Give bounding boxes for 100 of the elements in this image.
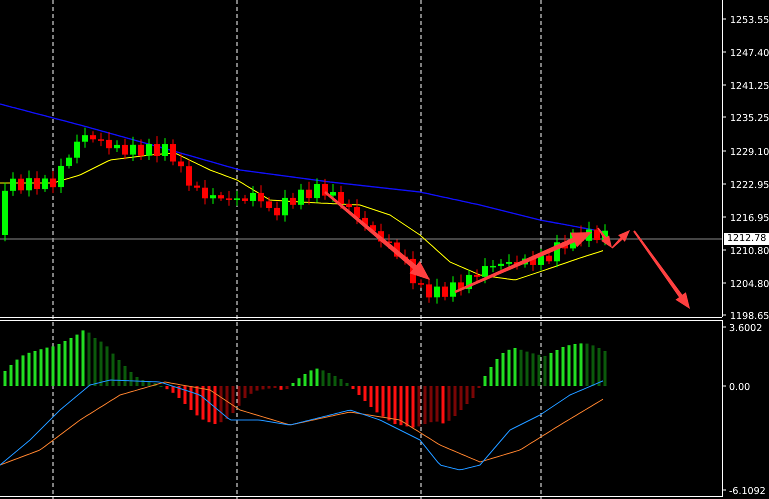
candlestick xyxy=(122,138,128,160)
histogram-bar xyxy=(238,386,240,406)
histogram-bar xyxy=(28,352,30,386)
histogram-bar xyxy=(250,386,252,394)
histogram-bar xyxy=(148,382,150,386)
histogram-bar xyxy=(328,373,330,386)
histogram-bar xyxy=(430,386,432,422)
indicator-axis-label: 0.00 xyxy=(729,382,750,393)
price-axis-label: 1247.40 xyxy=(730,48,769,59)
candlestick xyxy=(346,199,352,212)
candlestick xyxy=(178,153,184,173)
histogram-bar xyxy=(112,354,114,386)
histogram-bar xyxy=(394,386,396,424)
histogram-bar xyxy=(202,386,204,420)
candlestick xyxy=(58,158,64,194)
candlestick xyxy=(18,174,24,194)
histogram-bar xyxy=(472,386,474,398)
candlestick xyxy=(498,258,504,270)
histogram-bar xyxy=(466,386,468,404)
candlestick xyxy=(338,185,344,210)
histogram-bar xyxy=(388,386,390,420)
histogram-bar xyxy=(598,348,600,386)
price-axis-label: 1204.80 xyxy=(730,279,769,290)
price-axis-label: 1210.80 xyxy=(730,246,769,257)
histogram-bar xyxy=(508,350,510,386)
candlestick xyxy=(546,252,552,264)
histogram-bar xyxy=(436,386,438,422)
candlestick xyxy=(138,138,144,160)
histogram-bar xyxy=(130,372,132,386)
histogram-bar xyxy=(190,386,192,410)
candlestick xyxy=(258,184,264,208)
histogram-bar xyxy=(70,338,72,386)
candlestick xyxy=(170,138,176,166)
indicator-axis-label: -6.1092 xyxy=(729,486,766,497)
candlestick xyxy=(306,181,312,205)
candlestick xyxy=(2,182,8,242)
histogram-bar xyxy=(40,349,42,386)
candlestick xyxy=(162,138,168,162)
histogram-bar xyxy=(538,354,540,386)
histogram-bar xyxy=(340,379,342,386)
histogram-bar xyxy=(304,374,306,386)
histogram-bar xyxy=(454,386,456,416)
histogram-bar xyxy=(400,386,402,426)
candlestick xyxy=(594,224,600,244)
histogram-bar xyxy=(244,386,246,398)
histogram-bar xyxy=(208,386,210,422)
histogram-bar xyxy=(406,386,408,426)
histogram-bar xyxy=(280,386,282,390)
histogram-bar xyxy=(58,344,60,386)
candlestick xyxy=(474,268,480,282)
candlestick xyxy=(538,248,544,271)
histogram-bar xyxy=(604,351,606,386)
histogram-bar xyxy=(52,346,54,386)
indicator-axis-label: 3.6002 xyxy=(729,323,762,334)
histogram-bar xyxy=(364,386,366,401)
histogram-bar xyxy=(592,345,594,386)
candlestick xyxy=(266,196,272,212)
histogram-bar xyxy=(496,359,498,386)
candlestick xyxy=(298,183,304,210)
histogram-bar xyxy=(10,365,12,386)
candlestick xyxy=(130,136,136,162)
histogram-bar xyxy=(580,343,582,386)
candlestick xyxy=(418,278,424,288)
trend-arrow xyxy=(597,228,612,248)
candlestick xyxy=(282,189,288,222)
price-axis-label: 1235.25 xyxy=(730,113,769,124)
histogram-bar xyxy=(484,376,486,386)
histogram-bar xyxy=(322,370,324,386)
histogram-bar xyxy=(196,386,198,416)
histogram-bar xyxy=(100,342,102,386)
candlestick xyxy=(482,258,488,284)
histogram-bar xyxy=(184,386,186,404)
candlestick xyxy=(490,260,496,273)
histogram-bar xyxy=(118,360,120,386)
histogram-bar xyxy=(154,383,156,386)
candlestick xyxy=(50,170,56,194)
price-axis-label: 1253.55 xyxy=(730,15,769,26)
price-axis-label: 1198.65 xyxy=(730,311,769,322)
candlestick xyxy=(290,192,296,210)
candlestick xyxy=(250,186,256,207)
histogram-bar xyxy=(178,386,180,398)
price-axis-label: 1216.95 xyxy=(730,213,769,224)
histogram-bar xyxy=(568,345,570,386)
histogram-bar xyxy=(370,386,372,407)
histogram-bar xyxy=(520,350,522,386)
candlestick xyxy=(82,127,88,148)
histogram-bar xyxy=(574,344,576,386)
current-price-label: 1212.78 xyxy=(724,233,769,245)
histogram-bar xyxy=(556,350,558,386)
candlestick xyxy=(10,172,16,196)
candlestick xyxy=(330,184,336,202)
histogram-bar xyxy=(412,386,414,428)
histogram-bar xyxy=(424,386,426,424)
histogram-bar xyxy=(550,353,552,386)
histogram-bar xyxy=(262,386,264,390)
price-axis-label: 1229.10 xyxy=(730,147,769,158)
histogram-bar xyxy=(562,347,564,386)
candlestick xyxy=(202,180,208,205)
histogram-bar xyxy=(316,368,318,386)
histogram-bar xyxy=(4,371,6,386)
